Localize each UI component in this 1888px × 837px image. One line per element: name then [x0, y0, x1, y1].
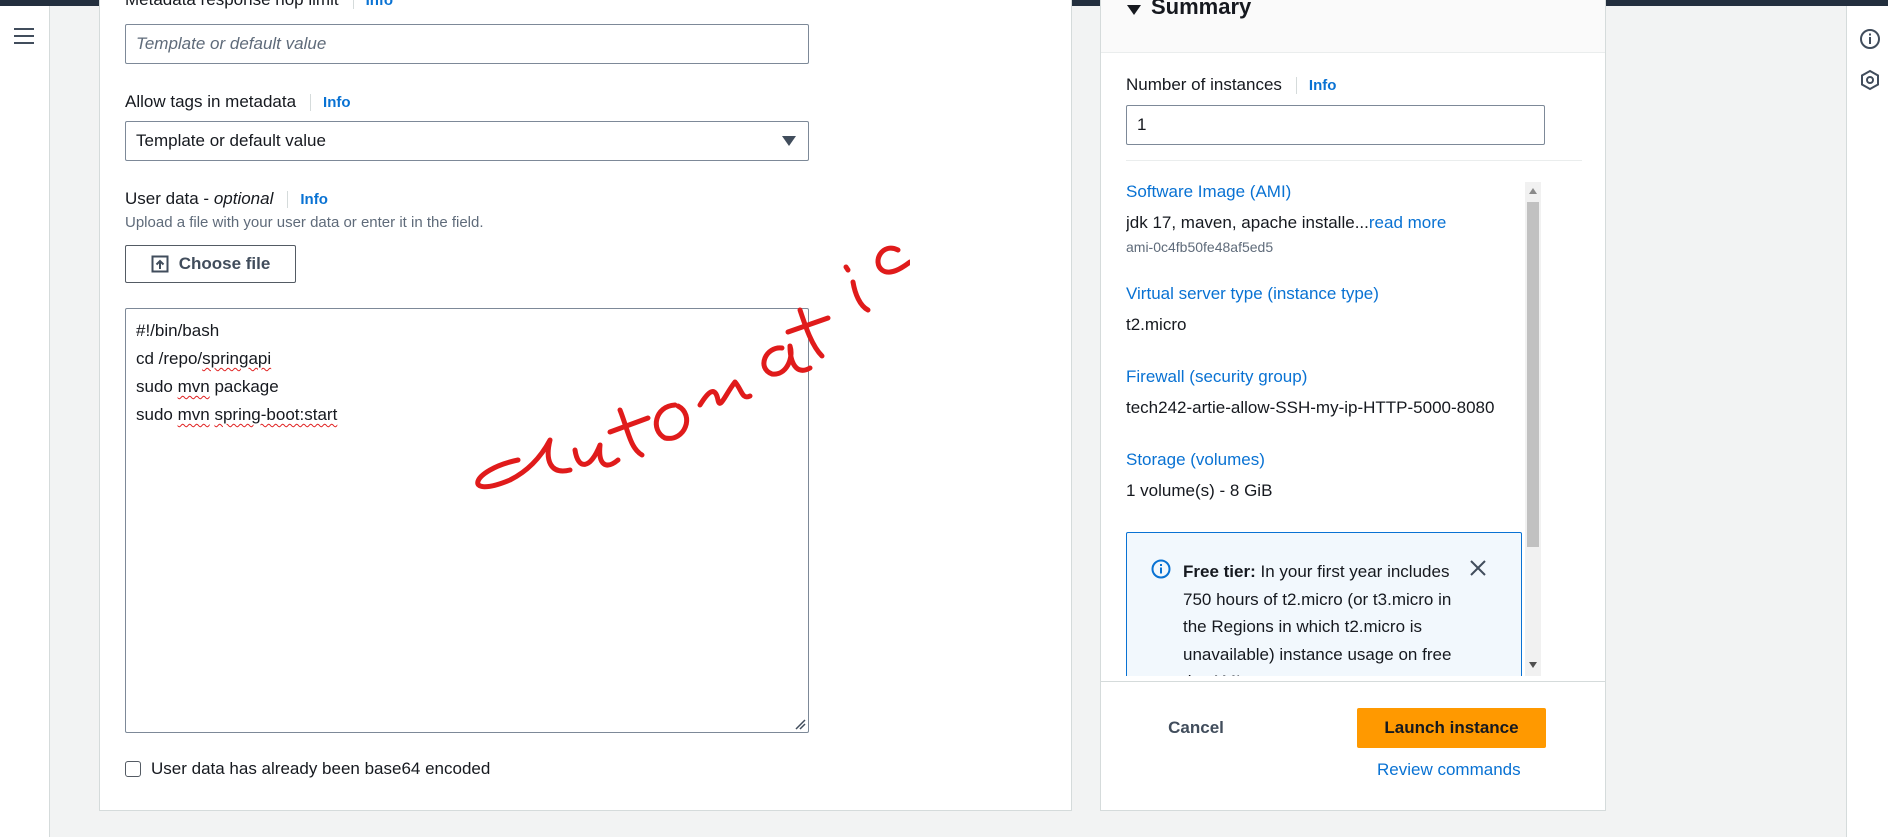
instances-info-link[interactable]: Info: [1295, 77, 1337, 94]
storage-link[interactable]: Storage (volumes): [1126, 450, 1265, 470]
base64-label: User data has already been base64 encode…: [151, 759, 491, 778]
user-data-line-segment: sudo: [136, 377, 178, 396]
allow-tags-selected-value: Template or default value: [136, 131, 326, 150]
cancel-button[interactable]: Cancel: [1151, 710, 1241, 746]
info-circle-icon: [1151, 559, 1171, 579]
info-icon[interactable]: [1859, 28, 1881, 50]
caret-down-icon: [782, 136, 796, 146]
instances-label-row: Number of instances Info: [1126, 75, 1337, 95]
allow-tags-select[interactable]: Template or default value: [125, 121, 809, 161]
summary-scrollbar[interactable]: [1525, 182, 1541, 676]
base64-checkbox[interactable]: [125, 761, 141, 777]
ami-value: jdk 17, maven, apache installe...: [1126, 213, 1369, 232]
user-data-line-segment: cd /repo/: [136, 349, 203, 368]
user-data-line-segment: mvn: [177, 377, 210, 396]
user-data-line-segment: springapi: [202, 349, 272, 368]
instance-type-value: t2.micro: [1126, 315, 1187, 334]
allow-tags-label: Allow tags in metadata: [125, 92, 297, 111]
allow-tags-label-row: Allow tags in metadata Info: [125, 92, 351, 112]
hop-limit-label-row: Metadata response hop limit Info: [125, 0, 394, 10]
choose-file-label: Choose file: [178, 254, 271, 273]
close-icon[interactable]: [1469, 559, 1487, 577]
user-data-description: Upload a file with your user data or ent…: [125, 214, 484, 231]
upload-icon: [151, 255, 169, 273]
scrollbar-thumb[interactable]: [1527, 202, 1539, 547]
free-tier-message: Free tier: In your first year includes 7…: [1183, 558, 1463, 676]
ami-read-more-link[interactable]: read more: [1369, 213, 1446, 232]
firewall-value: tech242-artie-allow-SSH-my-ip-HTTP-5000-…: [1126, 398, 1495, 417]
instances-input[interactable]: 1: [1126, 105, 1545, 145]
instance-type-link[interactable]: Virtual server type (instance type): [1126, 284, 1379, 304]
hop-limit-input[interactable]: Template or default value: [125, 24, 809, 64]
user-data-optional: optional: [213, 189, 274, 208]
caret-down-icon: [1127, 5, 1141, 15]
left-navigation-rail: [0, 6, 50, 837]
summary-header[interactable]: Summary: [1101, 0, 1605, 53]
right-tools-rail: [1846, 6, 1888, 837]
firewall-link[interactable]: Firewall (security group): [1126, 367, 1307, 387]
resize-handle-icon[interactable]: [794, 718, 806, 730]
user-data-label: User data -: [125, 189, 214, 208]
hop-limit-placeholder: Template or default value: [136, 34, 327, 53]
ami-id: ami-0c4fb50fe48af5ed5: [1126, 239, 1274, 255]
handwritten-annotation: [475, 245, 910, 490]
scroll-up-icon[interactable]: [1529, 188, 1537, 194]
scroll-down-icon[interactable]: [1529, 662, 1537, 668]
user-data-label-row: User data - optional Info: [125, 189, 328, 209]
hop-limit-info-link[interactable]: Info: [352, 0, 394, 9]
launch-instance-button[interactable]: Launch instance: [1357, 708, 1546, 748]
hop-limit-label: Metadata response hop limit: [125, 0, 339, 9]
free-tier-alert: Free tier: In your first year includes 7…: [1126, 532, 1522, 676]
summary-scroll-area[interactable]: Software Image (AMI) jdk 17, maven, apac…: [1126, 182, 1546, 676]
shield-icon[interactable]: [1859, 69, 1881, 91]
menu-icon[interactable]: [14, 28, 34, 46]
choose-file-button[interactable]: Choose file: [125, 245, 296, 283]
review-commands-link[interactable]: Review commands: [1377, 760, 1521, 780]
user-data-line-segment: package: [209, 377, 279, 396]
free-tier-title: Free tier:: [1183, 562, 1256, 581]
instances-label: Number of instances: [1126, 75, 1282, 94]
user-data-line-segment: sudo: [136, 405, 178, 424]
user-data-line-segment: mvn: [177, 405, 210, 424]
base64-option: User data has already been base64 encode…: [125, 759, 490, 779]
ami-link[interactable]: Software Image (AMI): [1126, 182, 1291, 202]
divider: [1126, 160, 1582, 161]
storage-value: 1 volume(s) - 8 GiB: [1126, 481, 1273, 500]
divider: [1101, 681, 1605, 682]
user-data-line-segment: spring-boot:start: [214, 405, 338, 424]
ami-value-row: jdk 17, maven, apache installe...read mo…: [1126, 213, 1446, 233]
allow-tags-info-link[interactable]: Info: [310, 94, 351, 111]
summary-title: Summary: [1151, 0, 1252, 19]
user-data-info-link[interactable]: Info: [287, 191, 328, 208]
